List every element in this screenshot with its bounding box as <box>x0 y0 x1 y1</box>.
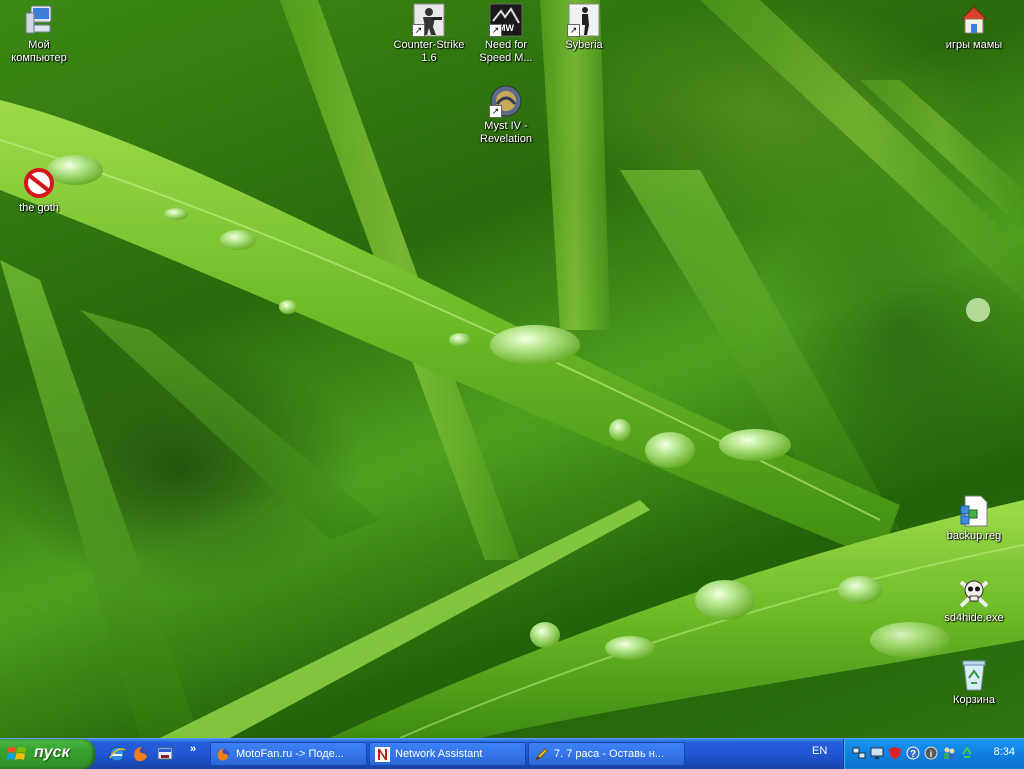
registry-file-icon <box>957 494 991 528</box>
start-button[interactable]: пуск <box>0 739 95 769</box>
desktop-icon-myst[interactable]: ↗ Myst IV - Revelation <box>468 84 544 146</box>
show-desktop-icon[interactable] <box>156 745 174 763</box>
quick-launch-more-button[interactable]: » <box>190 743 196 755</box>
recycle-bin-icon <box>957 658 991 692</box>
skull-icon <box>957 576 991 610</box>
start-label: пуск <box>34 744 70 761</box>
desktop-icon-sd4hide[interactable]: sd4hide.exe <box>936 576 1012 625</box>
shortcut-arrow-icon: ↗ <box>489 105 502 118</box>
syberia-icon: ↗ <box>567 3 601 37</box>
svg-text:i: i <box>930 749 933 759</box>
svg-text:?: ? <box>910 749 916 760</box>
desktop-icon-label: Myst IV - Revelation <box>480 120 532 145</box>
desktop-icon-label: игры мамы <box>945 39 1003 51</box>
shortcut-arrow-icon: ↗ <box>412 24 425 37</box>
clock[interactable]: 8:34 <box>994 746 1015 758</box>
taskbar-task-firefox[interactable]: MotoFan.ru -> Поде... <box>210 742 367 766</box>
desktop-icon-the-goth[interactable]: the goth <box>1 166 77 215</box>
help-icon[interactable]: ? <box>906 746 920 760</box>
desktop-icon-recycle-bin[interactable]: Корзина <box>936 658 1012 707</box>
desktop-icon-backup-reg[interactable]: backup.reg <box>936 494 1012 543</box>
no-entry-icon <box>22 166 56 200</box>
shield-icon[interactable] <box>888 746 902 760</box>
desktop-icon-label: Need for Speed M... <box>479 39 533 64</box>
users-icon[interactable] <box>942 746 956 760</box>
info-icon[interactable]: i <box>924 746 938 760</box>
desktop-icon-need-for-speed[interactable]: MW ↗ Need for Speed M... <box>468 3 544 65</box>
ie-icon[interactable] <box>108 745 126 763</box>
recycle-icon[interactable] <box>960 746 974 760</box>
monitor-icon[interactable] <box>870 746 884 760</box>
task-label: 7. 7 раса - Оставь н... <box>554 748 664 760</box>
home-folder-icon <box>957 3 991 37</box>
desktop-icon-label: sd4hide.exe <box>944 612 1004 624</box>
firefox-icon <box>216 747 231 762</box>
network-assistant-icon <box>375 747 390 762</box>
taskbar: пуск » MotoFan.ru -> Поде... Network Ass… <box>0 738 1024 769</box>
desktop-icon-syberia[interactable]: ↗ Syberia <box>546 3 622 52</box>
desktop-icon-counter-strike[interactable]: ↗ Counter-Strike 1.6 <box>391 3 467 65</box>
task-label: MotoFan.ru -> Поде... <box>236 748 344 760</box>
taskbar-task-pen[interactable]: 7. 7 раса - Оставь н... <box>528 742 685 766</box>
desktop-icon-label: Syberia <box>565 39 603 51</box>
desktop[interactable]: Мой компьютер ↗ Counter-Strike 1.6 MW ↗ … <box>0 0 1024 738</box>
desktop-icon-label: Counter-Strike 1.6 <box>393 39 465 64</box>
language-indicator[interactable]: EN <box>812 745 827 757</box>
firefox-icon[interactable] <box>132 745 150 763</box>
pen-icon <box>534 747 549 762</box>
desktop-icon-games-folder[interactable]: игры мамы <box>936 3 1012 52</box>
shortcut-arrow-icon: ↗ <box>489 24 502 37</box>
need-for-speed-icon: MW ↗ <box>489 3 523 37</box>
windows-logo-icon <box>7 747 26 760</box>
desktop-icon-my-computer[interactable]: Мой компьютер <box>1 3 77 65</box>
desktop-icon-label: Корзина <box>953 694 995 706</box>
task-label: Network Assistant <box>395 748 483 760</box>
network-icon[interactable] <box>852 746 866 760</box>
desktop-icon-label: Мой компьютер <box>11 39 67 64</box>
shortcut-arrow-icon: ↗ <box>567 24 580 37</box>
my-computer-icon <box>22 3 56 37</box>
taskbar-task-network-assistant[interactable]: Network Assistant <box>369 742 526 766</box>
desktop-icon-label: the goth <box>19 202 59 214</box>
desktop-icon-label: backup.reg <box>946 530 1002 542</box>
counter-strike-icon: ↗ <box>412 3 446 37</box>
myst-icon: ↗ <box>489 84 523 118</box>
system-tray: ? i 8:34 <box>843 739 1024 769</box>
